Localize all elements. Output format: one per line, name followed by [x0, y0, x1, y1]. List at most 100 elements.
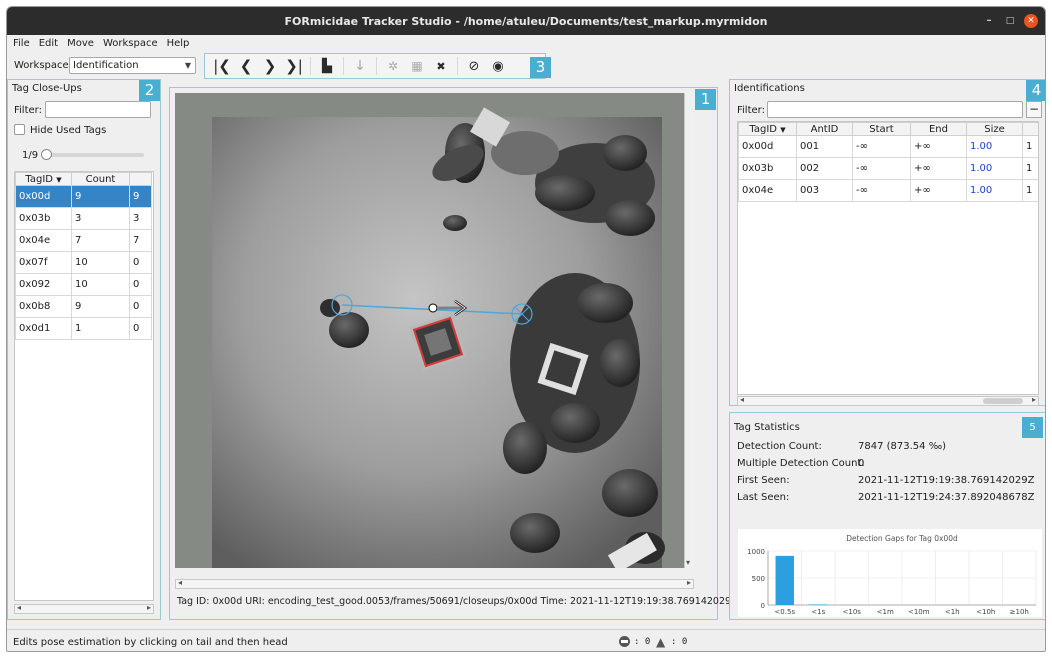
chart-x-tick-label: <10s	[843, 608, 862, 616]
chart-bar	[775, 555, 794, 605]
table-row[interactable]: 0x03b 002 -∞ +∞ 1.00 1	[738, 157, 1038, 180]
workspace-select[interactable]: Identification ▼	[69, 57, 196, 74]
viewer-vscrollbar[interactable]: ▾	[684, 93, 694, 568]
window-title: FORmicidae Tracker Studio - /home/atuleu…	[284, 14, 768, 28]
table-cell: 9	[129, 185, 152, 208]
stat-value: 2021-11-12T19:19:38.769142029Z	[858, 475, 1035, 486]
menu-edit[interactable]: Edit	[39, 38, 58, 49]
remove-identification-button[interactable]: −	[1026, 101, 1042, 118]
close-icon[interactable]: ✕	[1024, 14, 1038, 28]
minimize-icon[interactable]: –	[982, 14, 996, 28]
table-row[interactable]: 0x04e 003 -∞ +∞ 1.00 1	[738, 179, 1038, 202]
table-row[interactable]: 0x07f 10 0	[15, 251, 152, 274]
chart-x-tick-label: <10m	[908, 608, 930, 616]
chart-x-tick-label: <10h	[976, 608, 995, 616]
column-header-end[interactable]: End	[910, 122, 967, 136]
menu-file[interactable]: File	[13, 38, 30, 49]
closeup-viewport[interactable]: ▾	[175, 93, 694, 568]
table-cell: 0x0d1	[15, 317, 72, 340]
copy-pose-icon[interactable]: ▙	[316, 55, 338, 77]
chart-y-tick-label: 500	[752, 575, 765, 583]
table-cell: 1.00	[966, 157, 1023, 180]
scroll-right-icon[interactable]: ▸	[1032, 395, 1036, 404]
stat-label: Last Seen:	[737, 492, 790, 503]
table-row[interactable]: 0x092 10 0	[15, 273, 152, 296]
table-cell: 1.00	[966, 179, 1023, 202]
delete-icon[interactable]: ✖	[430, 55, 452, 77]
tag-closeups-panel: Tag Close-Ups 2 Filter: Hide Used Tags 1…	[7, 79, 161, 620]
menu-workspace[interactable]: Workspace	[103, 38, 158, 49]
tag-statistics-panel: Tag Statistics 5 Detection Count: 7847 (…	[729, 412, 1045, 620]
column-header-tagid[interactable]: TagID ▼	[738, 122, 797, 136]
filter-label: Filter:	[14, 105, 42, 116]
column-header-start[interactable]: Start	[852, 122, 911, 136]
chart-y-tick-label: 1000	[747, 548, 765, 556]
table-cell: 0x092	[15, 273, 72, 296]
column-header-extra[interactable]	[129, 172, 152, 186]
closeups-table-area: TagID ▼ Count 0x00d 9 9 0x03b 3 3 0x04e 7 7 0x07f…	[14, 171, 154, 601]
maximize-icon[interactable]: □	[1003, 14, 1017, 28]
table-row[interactable]: 0x0d1 1 0	[15, 317, 152, 340]
jump-last-icon[interactable]: ❯|	[283, 55, 305, 77]
hide-icon[interactable]: ⊘	[463, 55, 485, 77]
identifications-filter-input[interactable]	[767, 101, 1023, 118]
workspace-value: Identification	[73, 60, 139, 71]
table-row[interactable]: 0x0b8 9 0	[15, 295, 152, 318]
table-cell: 1.00	[966, 135, 1023, 158]
scroll-thumb[interactable]	[983, 398, 1023, 404]
column-header-size[interactable]: Size	[966, 122, 1023, 136]
scroll-left-icon[interactable]: ◂	[178, 578, 182, 587]
column-header-antid[interactable]: AntID	[796, 122, 853, 136]
closeup-slider[interactable]	[41, 149, 144, 160]
workspace-label: Workspace:	[14, 60, 73, 71]
table-row[interactable]: 0x00d 001 -∞ +∞ 1.00 1	[738, 135, 1038, 158]
chart-y-tick-label: 0	[761, 602, 765, 610]
table-row[interactable]: 0x00d 9 9	[15, 185, 152, 208]
next-icon[interactable]: ❯	[259, 55, 281, 77]
chart-title: Detection Gaps for Tag 0x00d	[846, 534, 958, 543]
chart-x-tick-label: ≥10h	[1010, 608, 1029, 616]
previous-icon[interactable]: ❮	[235, 55, 257, 77]
table-cell: +∞	[910, 179, 967, 202]
panel-title: Identifications	[734, 83, 805, 94]
closeups-hscrollbar[interactable]: ◂ ▸	[14, 603, 154, 614]
column-header-count[interactable]: Count	[71, 172, 130, 186]
scroll-down-icon[interactable]: ▾	[686, 558, 690, 567]
tag-closeup-image[interactable]	[175, 93, 694, 568]
hide-used-checkbox[interactable]	[14, 124, 25, 135]
table-cell: 7	[71, 229, 130, 252]
menu-help[interactable]: Help	[167, 38, 190, 49]
show-icon[interactable]: ◉	[487, 55, 509, 77]
chart-x-tick-label: <1s	[811, 608, 825, 616]
menu-move[interactable]: Move	[67, 38, 94, 49]
scroll-right-icon[interactable]: ▸	[147, 603, 151, 612]
tool-row: Workspace: Identification ▼ |❮ ❮ ❯ ❯| ▙ …	[7, 51, 1045, 81]
table-row[interactable]: 0x04e 7 7	[15, 229, 152, 252]
table-cell: 0x07f	[15, 251, 72, 274]
scroll-left-icon[interactable]: ◂	[17, 603, 21, 612]
chart-bar	[809, 604, 828, 605]
scroll-left-icon[interactable]: ◂	[740, 395, 744, 404]
closeups-filter-input[interactable]	[45, 101, 151, 118]
table-cell: 0x03b	[15, 207, 72, 230]
closeups-table: TagID ▼ Count 0x00d 9 9 0x03b 3 3 0x04e 7 7 0x07f…	[15, 172, 152, 340]
jump-first-icon[interactable]: |❮	[211, 55, 233, 77]
pose-down-icon[interactable]: ↓	[349, 55, 371, 77]
new-ant-icon[interactable]: ✲	[382, 55, 404, 77]
table-cell: 10	[71, 273, 130, 296]
column-header-extra[interactable]	[1022, 122, 1038, 136]
table-cell: 003	[796, 179, 853, 202]
slider-handle[interactable]	[41, 149, 52, 160]
column-header-tagid[interactable]: TagID ▼	[15, 172, 72, 186]
chart-x-tick-label: <1h	[945, 608, 960, 616]
toolbar-separator	[310, 57, 311, 75]
identifications-hscrollbar[interactable]: ◂ ▸	[737, 395, 1039, 406]
table-row[interactable]: 0x03b 3 3	[15, 207, 152, 230]
table-cell: -∞	[852, 135, 911, 158]
add-identification-icon[interactable]: ▦	[406, 55, 428, 77]
viewer-hscrollbar[interactable]: ◂ ▸	[175, 578, 694, 589]
panel-title: Tag Close-Ups	[12, 83, 82, 94]
identifications-table: TagID ▼ AntID Start End Size 0x00d 001 -∞ +…	[738, 122, 1038, 202]
badge-4: 4	[1026, 80, 1045, 101]
scroll-right-icon[interactable]: ▸	[687, 578, 691, 587]
